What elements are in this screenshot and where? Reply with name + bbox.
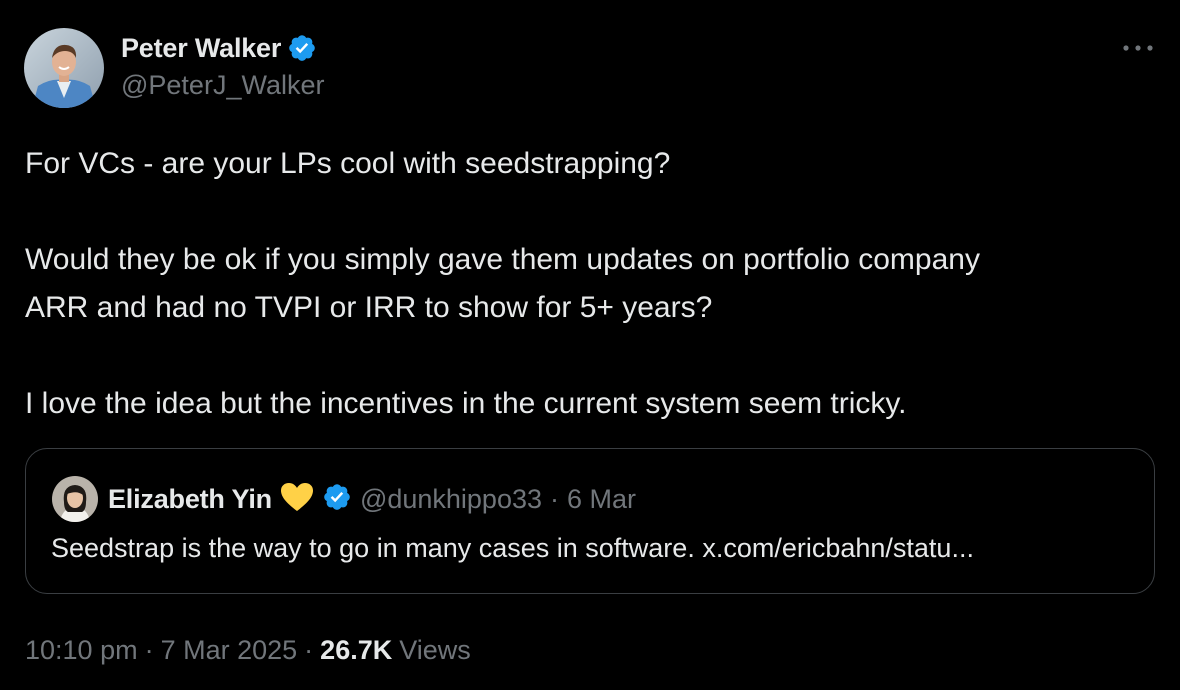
views-count[interactable]: 26.7K: [320, 635, 392, 666]
author-avatar[interactable]: [24, 28, 104, 108]
author-name-row: Peter Walker: [121, 30, 317, 66]
tweet-paragraph: ARR and had no TVPI or IRR to show for 5…: [25, 291, 713, 324]
views-label: Views: [399, 634, 471, 665]
verified-badge-icon[interactable]: [322, 482, 352, 517]
tweet-paragraph: For VCs - are your LPs cool with seedstr…: [25, 147, 671, 180]
separator-dot: ·: [304, 634, 314, 665]
author-handle[interactable]: @PeterJ_Walker: [121, 70, 324, 101]
separator-dot: ·: [144, 634, 154, 665]
separator-dot: ·: [550, 483, 559, 514]
paragraph-spacer: [25, 332, 1160, 380]
tweet-text: For VCs - are your LPs cool with seedstr…: [25, 140, 1160, 428]
quote-author-avatar[interactable]: [52, 476, 98, 522]
verified-badge-icon[interactable]: [287, 33, 317, 63]
tweet-paragraph: I love the idea but the incentives in th…: [25, 387, 907, 420]
quote-header: Elizabeth Yin @dunkhippo33 · 6 Mar: [108, 479, 636, 519]
quote-author-name[interactable]: Elizabeth Yin: [108, 484, 272, 515]
more-horizontal-icon: [1123, 45, 1153, 51]
author-name[interactable]: Peter Walker: [121, 33, 281, 64]
tweet: Peter Walker @PeterJ_Walker For VCs - ar…: [0, 0, 1180, 690]
tweet-meta: 10:10 pm · 7 Mar 2025 · 26.7K Views: [25, 630, 471, 670]
tweet-paragraph: Would they be ok if you simply gave them…: [25, 243, 980, 276]
quoted-tweet-card[interactable]: Elizabeth Yin @dunkhippo33 · 6 Mar Seeds…: [25, 448, 1155, 594]
quote-date[interactable]: 6 Mar: [567, 484, 636, 515]
quote-text: Seedstrap is the way to go in many cases…: [51, 533, 974, 563]
tweet-time[interactable]: 10:10 pm: [25, 635, 138, 666]
paragraph-spacer: [25, 188, 1160, 236]
yellow-heart-icon: [280, 482, 314, 517]
quote-author-handle[interactable]: @dunkhippo33: [360, 484, 542, 515]
tweet-date[interactable]: 7 Mar 2025: [161, 635, 298, 666]
more-button[interactable]: [1118, 36, 1158, 60]
